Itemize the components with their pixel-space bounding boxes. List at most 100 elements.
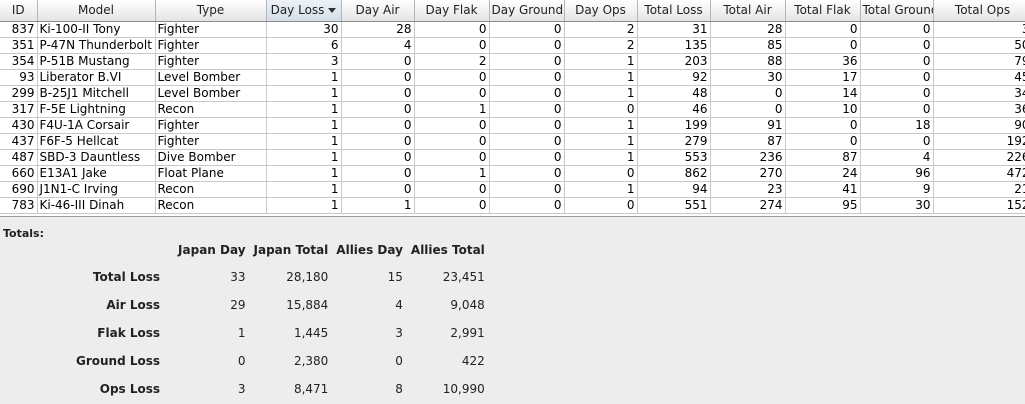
table-row[interactable]: 660 E13A1 Jake Float Plane 1 0 1 0 0 862 270 24 96 4… [0, 165, 1025, 182]
cell-id: 93 [0, 69, 38, 86]
totals-row: Ops Loss 3 8,471 8 10,990 [72, 375, 489, 403]
column-header-day-ground[interactable]: Day Ground [489, 0, 565, 22]
cell-day-loss: 1 [266, 117, 342, 134]
column-header-total-flak[interactable]: Total Flak [785, 0, 861, 22]
cell-total-air: 236 [710, 149, 786, 166]
cell-day-air: 0 [341, 117, 415, 134]
totals-row: Ground Loss 0 2,380 0 422 [72, 347, 489, 375]
cell-day-ground: 0 [489, 85, 565, 102]
column-header-label: Day Ops [575, 3, 626, 18]
losses-table-panel: ID Model Type Day Loss Day Air Day Flak Day Gr… [0, 0, 1025, 217]
table-row[interactable]: 837Ki-100-II TonyFighter30280023128003 [0, 21, 1025, 38]
cell-total-ground: 9 [860, 181, 934, 198]
totals-value: 28,180 [286, 270, 329, 284]
cell-total-air: 23 [710, 181, 786, 198]
table-row[interactable]: 354P-51B MustangFighter302012038836079 [0, 53, 1025, 70]
totals-header-allies-day: Allies Day [336, 243, 403, 257]
table-row[interactable]: 487 SBD-3 Dauntless Dive Bomber 1 0 0 0 1 553 236… [0, 149, 1025, 166]
cell-day-ground: 0 [489, 117, 565, 134]
cell-day-loss: 3 [266, 53, 342, 70]
cell-type: Dive Bomber [155, 149, 267, 166]
column-header-label: Total Ground [862, 3, 933, 18]
cell-day-flak: 2 [414, 53, 490, 70]
cell-model: P-51B Mustang [37, 53, 156, 70]
cell-total-ops: 79 [933, 53, 1025, 70]
cell-day-flak: 0 [414, 21, 490, 38]
cell-type: Fighter [155, 117, 267, 134]
table-row[interactable]: 317F-5E LightningRecon1010046010036 [0, 101, 1025, 118]
cell-total-ops: 36 [933, 101, 1025, 118]
cell-day-ground: 0 [489, 165, 565, 182]
totals-title: Totals: [3, 227, 44, 240]
cell-type: Fighter [155, 21, 267, 38]
totals-row-label: Flak Loss [97, 326, 161, 340]
table-row[interactable]: 430F4U-1A CorsairFighter100011999101890 [0, 117, 1025, 134]
cell-day-loss: 1 [266, 101, 342, 118]
cell-day-air: 0 [341, 181, 415, 198]
table-row[interactable]: 351 P-47N Thunderbolt Fighter 6 4 0 0 2 135 85 0 0 5… [0, 37, 1025, 54]
cell-model: J1N1-C Irving [37, 181, 156, 198]
column-header-label: Day Air [355, 3, 400, 18]
cell-id: 690 [0, 181, 38, 198]
column-header-total-air[interactable]: Total Air [710, 0, 786, 22]
cell-day-flak: 0 [414, 197, 490, 214]
cell-day-flak: 1 [414, 101, 490, 118]
cell-day-loss: 1 [266, 69, 342, 86]
cell-day-ops: 0 [564, 197, 638, 214]
totals-value: 1,445 [293, 326, 329, 340]
cell-day-air: 0 [341, 133, 415, 150]
cell-total-flak: 0 [785, 37, 861, 54]
cell-total-flak: 0 [785, 133, 861, 150]
table-body: 837Ki-100-II TonyFighter3028002312800335… [0, 21, 1025, 214]
totals-row-label: Total Loss [92, 270, 161, 284]
totals-value: 15 [387, 270, 403, 284]
cell-model: F4U-1A Corsair [37, 117, 156, 134]
totals-value: 1 [237, 326, 246, 340]
column-header-day-ops[interactable]: Day Ops [564, 0, 638, 22]
totals-value: 9,048 [450, 298, 485, 312]
cell-total-loss: 551 [637, 197, 711, 214]
column-header-total-ground[interactable]: Total Ground [860, 0, 934, 22]
cell-total-ops: 192 [933, 133, 1025, 150]
cell-id: 487 [0, 149, 38, 166]
cell-day-ground: 0 [489, 37, 565, 54]
column-header-model[interactable]: Model [37, 0, 156, 22]
cell-day-air: 28 [341, 21, 415, 38]
cell-total-flak: 17 [785, 69, 861, 86]
column-header-total-loss[interactable]: Total Loss [637, 0, 711, 22]
cell-total-ground: 0 [860, 69, 934, 86]
cell-model: Ki-46-III Dinah [37, 197, 156, 214]
cell-day-air: 0 [341, 101, 415, 118]
cell-total-loss: 46 [637, 101, 711, 118]
column-header-label: Total Air [723, 3, 772, 18]
cell-day-ground: 0 [489, 133, 565, 150]
totals-value: 2,991 [450, 326, 485, 340]
table-row[interactable]: 437F6F-5 HellcatFighter100012798700192 [0, 133, 1025, 150]
column-header-type[interactable]: Type [155, 0, 267, 22]
column-header-id[interactable]: ID [0, 0, 38, 22]
cell-day-ground: 0 [489, 149, 565, 166]
cell-day-ground: 0 [489, 197, 565, 214]
column-header-label: Total Ops [954, 3, 1011, 18]
table-row[interactable]: 690J1N1-C IrvingRecon10001942341921 [0, 181, 1025, 198]
column-header-day-air[interactable]: Day Air [341, 0, 415, 22]
totals-value: 0 [395, 354, 403, 368]
totals-value: 4 [395, 298, 403, 312]
column-header-day-loss[interactable]: Day Loss [266, 0, 342, 22]
table-row[interactable]: 299 B-25J1 Mitchell Level Bomber 1 0 0 0 1 48 0 14… [0, 85, 1025, 102]
cell-total-flak: 0 [785, 21, 861, 38]
table-row[interactable]: 93 Liberator B.VI Level Bomber 1 0 0 0 1 92 30 17 0… [0, 69, 1025, 86]
column-header-label: Day Loss [270, 3, 325, 18]
totals-value: 3 [395, 326, 403, 340]
cell-total-ground: 30 [860, 197, 934, 214]
column-header-day-flak[interactable]: Day Flak [414, 0, 490, 22]
cell-total-loss: 31 [637, 21, 711, 38]
cell-total-air: 0 [710, 101, 786, 118]
table-row[interactable]: 783 Ki-46-III Dinah Recon 1 1 0 0 0 551 274 95 30 15… [0, 197, 1025, 214]
cell-total-ground: 18 [860, 117, 934, 134]
cell-day-ground: 0 [489, 69, 565, 86]
cell-total-flak: 24 [785, 165, 861, 182]
cell-total-air: 87 [710, 133, 786, 150]
cell-id: 351 [0, 37, 38, 54]
column-header-total-ops[interactable]: Total Ops [933, 0, 1025, 22]
